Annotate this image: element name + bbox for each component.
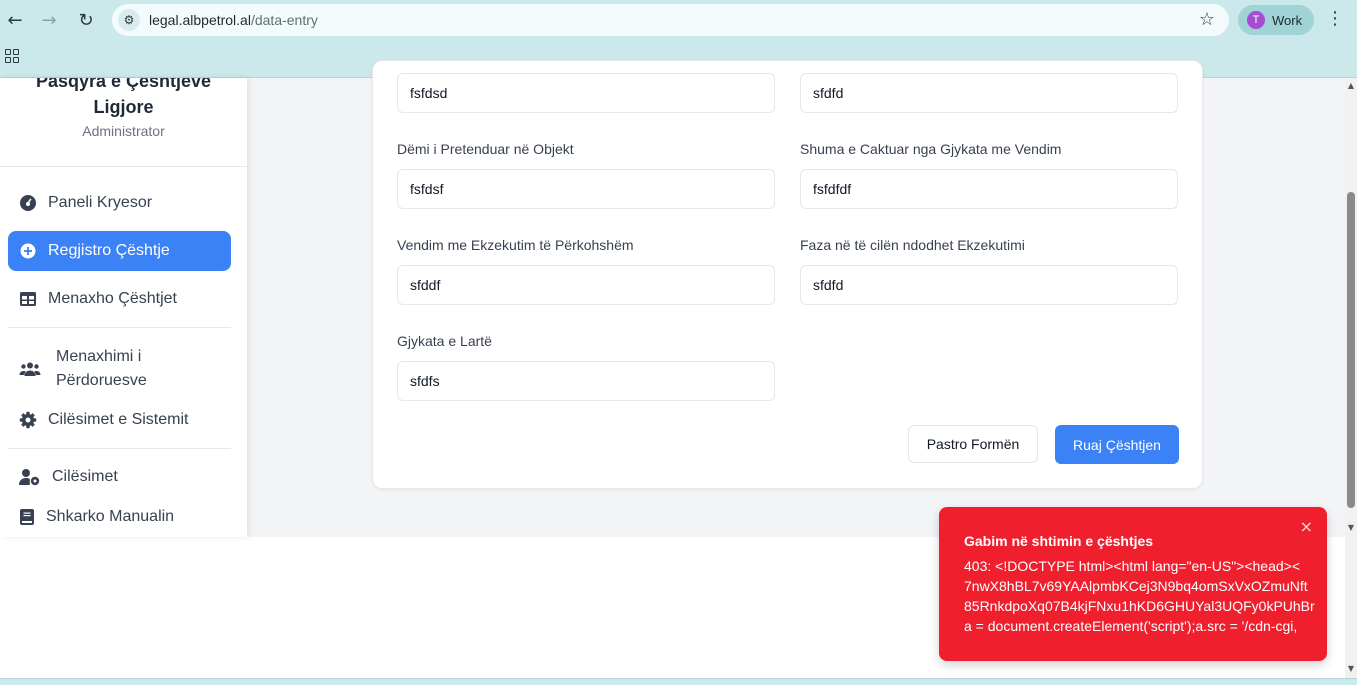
toast-message-line: a = document.createElement('script');a.s… [964,618,1298,634]
sidebar-title-line2: Ligjore [93,97,154,117]
toast-message-line: 85RnkdpoXq07B4kjFNxu1hKD6GHUYal3UQFy0kPU… [964,598,1315,614]
field-label-claimed-damage: Dëmi i Pretenduar në Objekt [397,141,574,157]
scrollbar-thumb[interactable] [1347,192,1355,508]
url-text[interactable]: legal.albpetrol.al/data-entry [149,12,318,28]
label-line2: Përdoruesve [56,372,147,389]
browser-bottom-bar [0,678,1357,685]
sidebar-title-line1: Pasqyra e Çështjeve [35,78,212,91]
scroll-up-icon[interactable]: ▲ [1345,81,1357,90]
execution-phase-input[interactable]: sfdfd [800,265,1178,305]
page-scrollbar[interactable]: ▲ ▼ ▼ [1345,78,1357,678]
forward-icon[interactable]: → [36,7,62,33]
users-icon [19,360,41,378]
sidebar-item-register-case[interactable]: Regjistro Çështje [8,231,231,271]
sidebar-item-label: Shkarko Manualin [46,508,175,525]
field-label-high-court: Gjykata e Lartë [397,333,492,349]
avatar: T [1247,11,1265,29]
court-amount-input[interactable]: fsfdfdf [800,169,1178,209]
browser-menu-icon[interactable]: ⋮ [1326,8,1344,29]
sidebar-divider [8,448,231,449]
label-line1: Menaxhimi i [56,348,142,365]
claimed-damage-input[interactable]: fsfdsf [397,169,775,209]
table-icon [19,290,37,308]
sidebar-item-label: Cilësimet e Sistemit [48,411,189,428]
url-host: legal.albpetrol.al [149,12,251,28]
scroll-down-icon[interactable]: ▼ [1345,664,1357,673]
sidebar-divider [8,327,231,328]
field-input-top-right[interactable]: sfdfd [800,73,1178,113]
sidebar-item-user-management[interactable]: Menaxhimi i Përdoruesve [8,343,231,395]
sidebar-item-system-settings[interactable]: Cilësimet e Sistemit [8,400,231,440]
sidebar-item-download-manual[interactable]: Shkarko Manualin [8,497,231,537]
sidebar-item-label: Paneli Kryesor [48,194,153,211]
toast-message-line: 403: <!DOCTYPE html><html lang="en-US"><… [964,558,1301,574]
profile-label: Work [1272,12,1303,28]
scroll-down-icon[interactable]: ▼ [1345,523,1357,532]
site-info-icon[interactable]: ⚙ [118,9,140,31]
dashboard-icon [19,194,37,212]
gear-icon [19,411,37,429]
field-input-top-left[interactable]: fsfdsd [397,73,775,113]
high-court-input[interactable]: sfdfs [397,361,775,401]
profile-button[interactable]: T Work [1238,5,1314,35]
sidebar-divider [0,166,247,167]
user-settings-icon [19,468,41,486]
clear-form-button[interactable]: Pastro Formën [908,425,1038,463]
sidebar: Pasqyra e Çështjeve Ligjore Administrato… [0,78,247,537]
url-path: /data-entry [250,12,318,28]
field-label-execution-phase: Faza në të cilën ndodhet Ekzekutimi [800,237,1025,253]
sidebar-item-dashboard[interactable]: Paneli Kryesor [8,183,231,223]
field-label-court-amount: Shuma e Caktuar nga Gjykata me Vendim [800,141,1062,157]
toast-message-line: 7nwX8hBL7v69YAAlpmbKCej3N9bq4omSxVxOZmuN… [964,578,1308,594]
back-icon[interactable]: ← [2,7,28,33]
sidebar-item-manage-cases[interactable]: Menaxho Çështjet [8,279,231,319]
address-bar[interactable]: ⚙ legal.albpetrol.al/data-entry ☆ [112,4,1229,36]
provisional-execution-input[interactable]: sfddf [397,265,775,305]
apps-grid-icon[interactable] [5,49,19,63]
toast-message: 403: <!DOCTYPE html><html lang="en-US"><… [964,556,1315,636]
save-case-button[interactable]: Ruaj Çështjen [1055,425,1179,464]
close-icon[interactable]: × [1300,517,1313,536]
plus-circle-icon [19,242,37,260]
sidebar-item-settings[interactable]: Cilësimet [8,457,231,497]
sidebar-item-label: Menaxhimi i Përdoruesve [56,345,147,393]
bookmark-star-icon[interactable]: ☆ [1199,9,1215,30]
toast-title: Gabim në shtimin e çështjes [964,533,1154,549]
field-label-provisional-execution: Vendim me Ekzekutim të Përkohshëm [397,237,634,253]
error-toast: × Gabim në shtimin e çështjes 403: <!DOC… [939,507,1327,661]
user-role: Administrator [82,123,165,139]
book-icon [19,508,35,526]
sidebar-item-label: Menaxho Çështjet [48,290,177,307]
sidebar-item-label: Cilësimet [52,468,118,485]
reload-icon[interactable]: ↻ [73,7,99,33]
sidebar-item-label: Regjistro Çështje [48,242,170,259]
